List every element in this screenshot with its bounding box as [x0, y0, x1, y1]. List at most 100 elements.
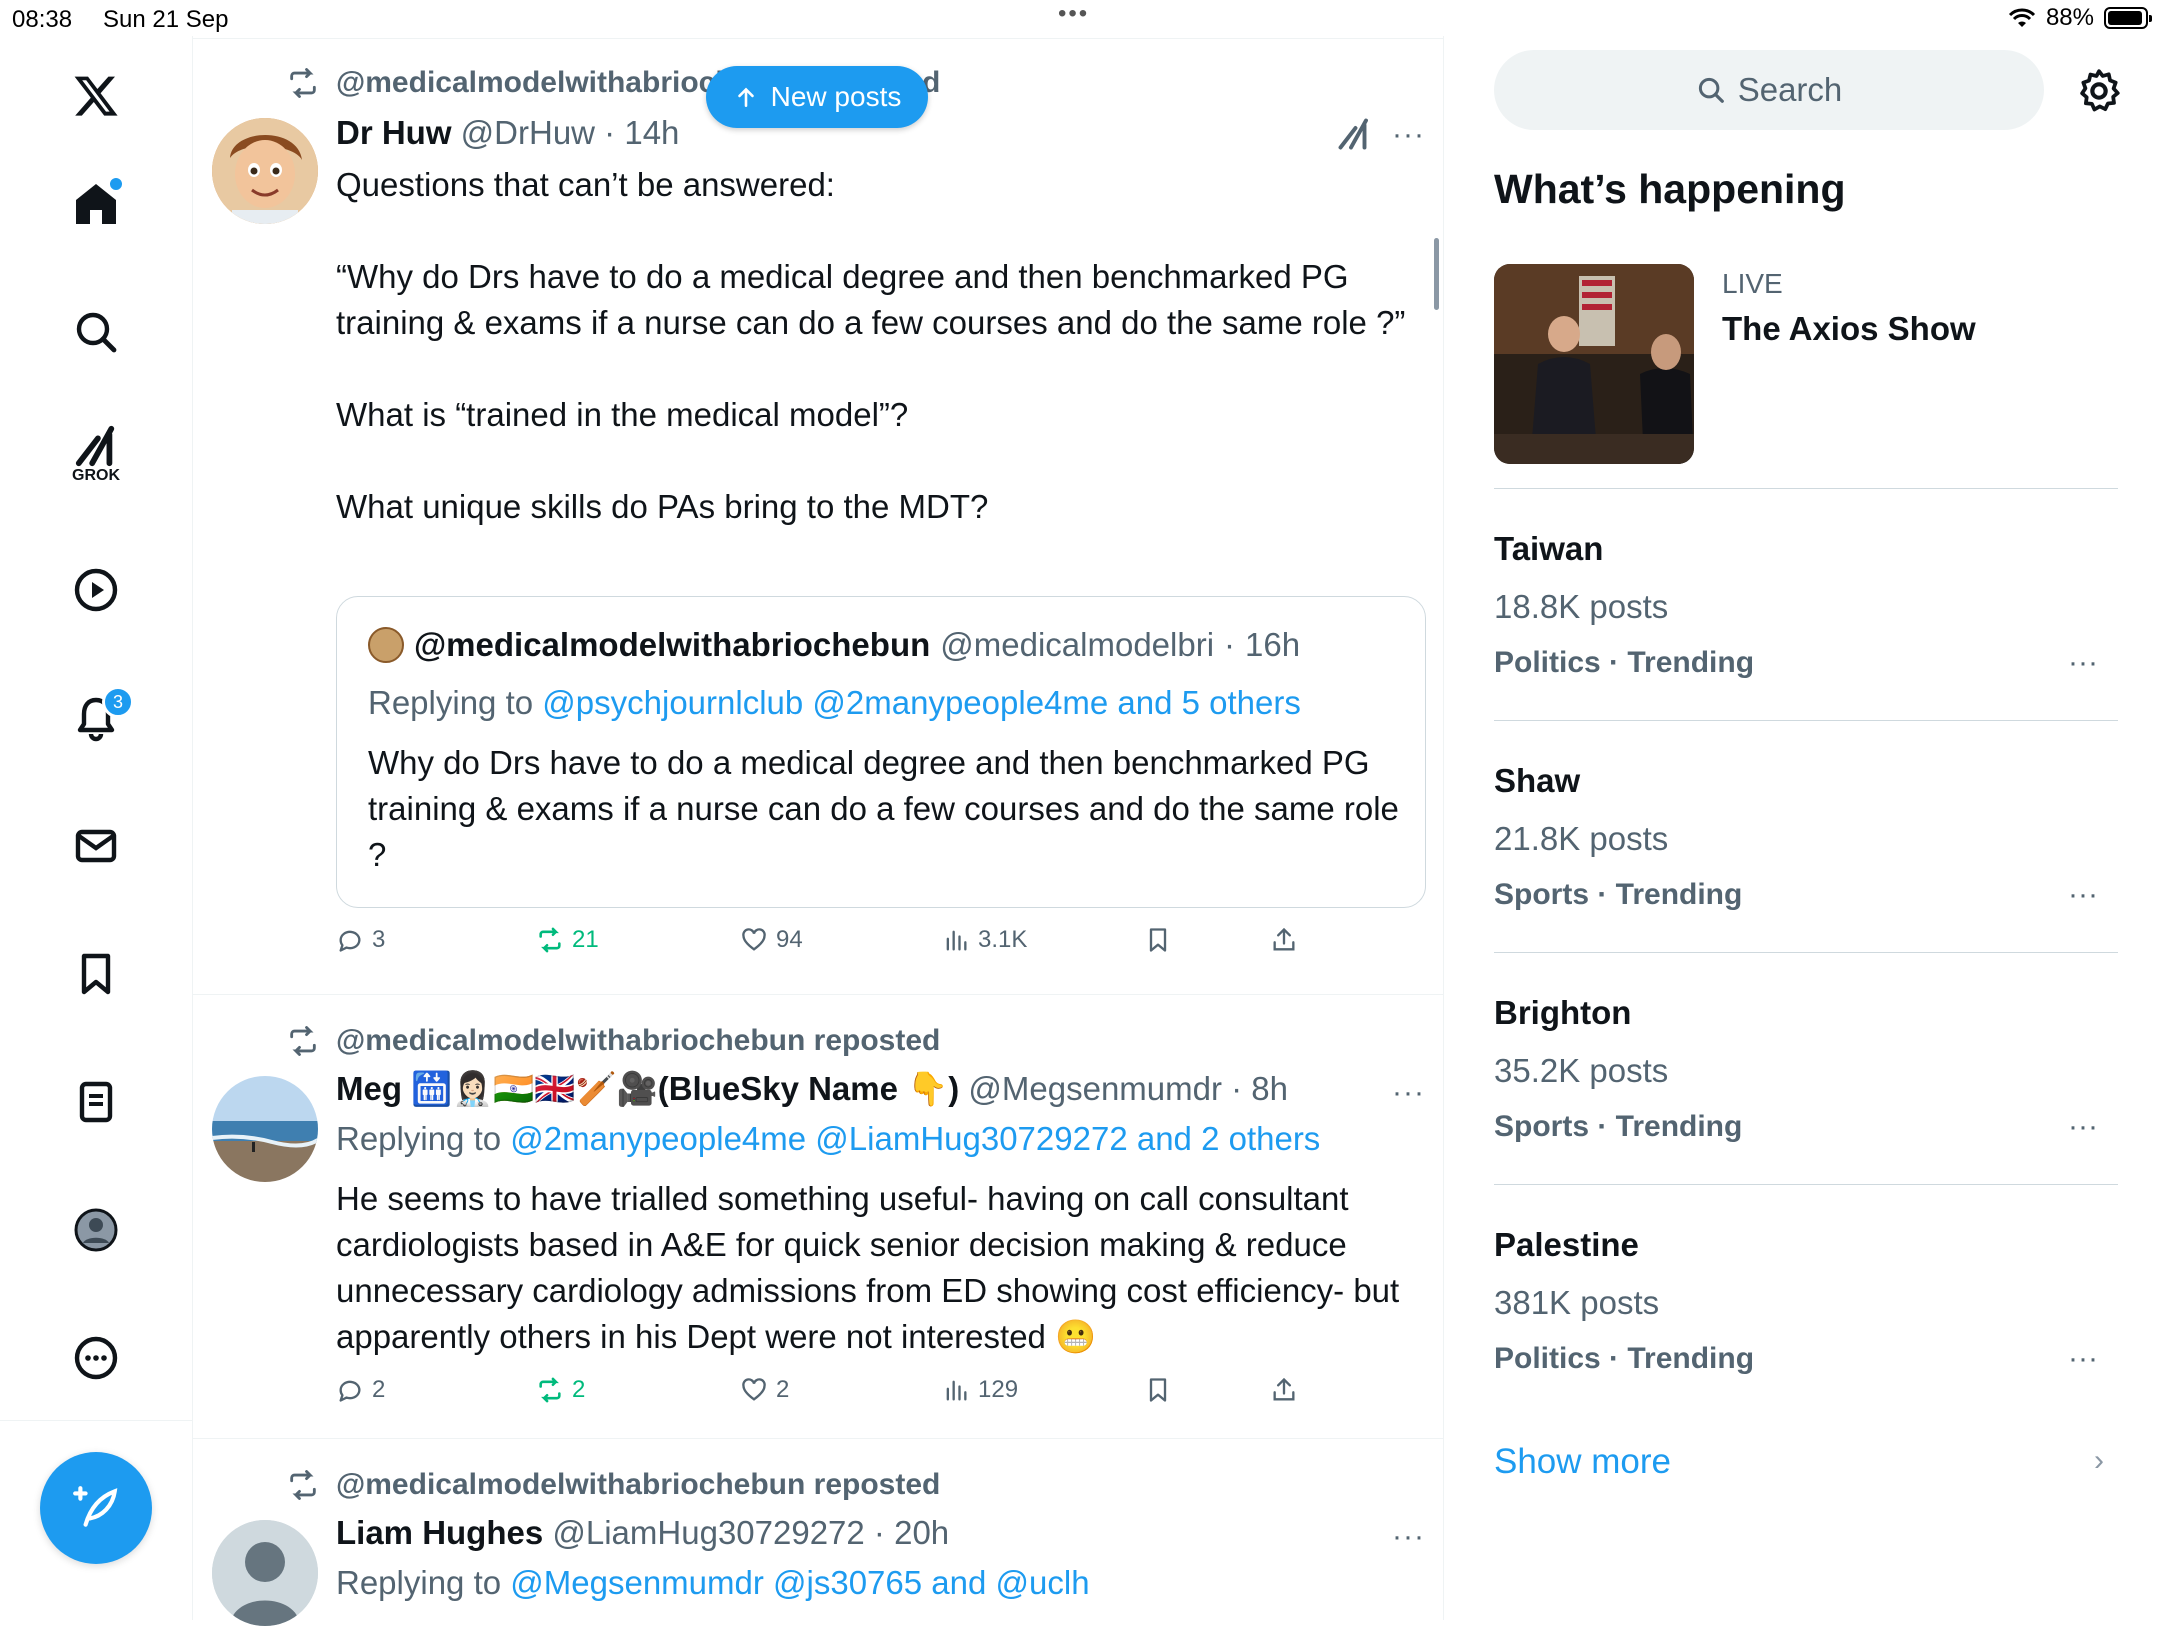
trend-name[interactable]: Taiwan: [1494, 530, 1603, 568]
search-icon: [76, 312, 117, 353]
post-text: Questions that can’t be answered: “Why d…: [336, 166, 1406, 525]
battery-percent: 88%: [2045, 4, 2094, 31]
scrollbar[interactable]: [1434, 238, 1439, 310]
trend-name[interactable]: Shaw: [1494, 762, 1580, 800]
author-name[interactable]: Liam Hughes: [336, 1514, 543, 1551]
nav-home[interactable]: [60, 168, 132, 240]
trend-name[interactable]: Brighton: [1494, 994, 1631, 1032]
author-handle[interactable]: @DrHuw: [461, 114, 595, 151]
new-posts-label: New posts: [770, 81, 902, 112]
replying-to-links[interactable]: @2manypeople4me @LiamHug30729272 and 2 o…: [510, 1120, 1320, 1157]
avatar[interactable]: [212, 1520, 318, 1626]
status-date: Sun 21 Sep: [103, 6, 229, 33]
search-placeholder: Search: [1737, 71, 1843, 108]
trend-more-icon[interactable]: ···: [2068, 1110, 2098, 1144]
search-input[interactable]: Search: [1494, 50, 2044, 130]
bookmark-icon: [81, 953, 111, 995]
repost-count: 21: [572, 926, 599, 953]
post-header: Meg 🛗👩🏻‍⚕️🇮🇳🇬🇧🏏🎥(BlueSky Name 👇) @Megsen…: [336, 1070, 1289, 1107]
trend-more-icon[interactable]: ···: [2068, 646, 2098, 680]
trend-more-icon[interactable]: ···: [2068, 878, 2098, 912]
post-time[interactable]: 20h: [894, 1514, 949, 1551]
views-count: 129: [978, 1376, 1019, 1403]
arrow-up-icon: [737, 87, 754, 107]
mail-icon: [75, 829, 117, 863]
trend-category: Politics · Trending: [1494, 646, 1755, 679]
live-show-image: [1494, 264, 1694, 464]
replying-to-links[interactable]: @Megsenmumdr @js30765 and @uclh: [510, 1564, 1089, 1601]
quote-text: Why do Drs have to do a medical degree a…: [368, 744, 1399, 873]
share-button[interactable]: [1270, 1376, 1298, 1404]
repost-indicator: @medicalmodelwithabriochebun reposted: [286, 1024, 940, 1058]
like-button[interactable]: 94: [740, 926, 803, 954]
repost-button[interactable]: 21: [536, 926, 599, 954]
nav-grok[interactable]: GROK: [60, 418, 132, 490]
post-actions: 3 21 94 3.1K: [336, 926, 1426, 966]
repost-icon: [290, 68, 316, 98]
repost-icon: [290, 1026, 316, 1056]
more-options-icon[interactable]: ···: [1392, 1520, 1425, 1554]
show-more-link[interactable]: Show more: [1494, 1442, 1671, 1482]
replying-prefix: Replying to: [336, 1564, 502, 1601]
nav-explore[interactable]: [60, 296, 132, 368]
replying-to-links[interactable]: @psychjournlclub @2manypeople4me and 5 o…: [542, 684, 1301, 721]
live-thumbnail[interactable]: [1494, 264, 1694, 464]
author-handle[interactable]: @LiamHug30729272: [552, 1514, 864, 1551]
repost-by-text[interactable]: @medicalmodelwithabriochebun reposted: [336, 1468, 940, 1502]
share-button[interactable]: [1270, 926, 1298, 954]
like-button[interactable]: 2: [740, 1376, 789, 1404]
views-button[interactable]: 3.1K: [942, 926, 1027, 954]
repost-by-text[interactable]: @medicalmodelwithabriochebun reposted: [336, 1024, 940, 1058]
post-time[interactable]: 8h: [1251, 1070, 1288, 1107]
repost-button[interactable]: 2: [536, 1376, 585, 1404]
nav-messages[interactable]: [60, 810, 132, 882]
reply-button[interactable]: 2: [336, 1376, 385, 1404]
bookmark-icon: [1149, 1378, 1167, 1402]
nav-profile[interactable]: [60, 1194, 132, 1266]
nav-lists[interactable]: [60, 1066, 132, 1138]
x-logo-icon[interactable]: [60, 60, 132, 132]
live-title[interactable]: The Axios Show: [1722, 310, 1976, 348]
compose-feather-icon: [73, 1486, 118, 1527]
nav-more[interactable]: [60, 1322, 132, 1394]
bookmark-button[interactable]: [1144, 1376, 1172, 1404]
live-tag: LIVE: [1722, 268, 1783, 299]
replying-prefix: Replying to: [336, 1120, 502, 1157]
more-options-icon[interactable]: ···: [1392, 118, 1425, 152]
grok-icon: [75, 425, 115, 467]
status-bar: 08:38 Sun 21 Sep ••• 88%: [0, 0, 2160, 36]
trend-separator: [1494, 952, 2118, 953]
post-text: He seems to have trialled something usef…: [336, 1180, 1400, 1355]
grok-icon[interactable]: [1336, 116, 1372, 152]
like-count: 94: [776, 926, 803, 953]
share-icon: [1273, 927, 1295, 951]
quote-replying-to: Replying to @psychjournlclub @2manypeopl…: [368, 684, 1301, 722]
grok-label: GROK: [72, 467, 120, 484]
nav-notifications[interactable]: 3: [60, 682, 134, 754]
more-options-icon[interactable]: ···: [1392, 1076, 1425, 1110]
profile-icon: [74, 1208, 118, 1252]
multitask-dots[interactable]: •••: [1058, 0, 1089, 28]
bookmark-button[interactable]: [1144, 926, 1172, 954]
more-circle-icon: [74, 1336, 118, 1380]
nav-bookmarks[interactable]: [60, 938, 132, 1010]
quote-author-name: @medicalmodelwithabriochebun: [414, 626, 931, 663]
nav-videos[interactable]: [60, 554, 132, 626]
trend-name[interactable]: Palestine: [1494, 1226, 1639, 1264]
trend-separator: [1494, 1184, 2118, 1185]
list-icon: [79, 1081, 113, 1123]
gear-icon[interactable]: [2074, 66, 2124, 116]
avatar[interactable]: [212, 118, 318, 224]
post-time[interactable]: 14h: [624, 114, 679, 151]
author-handle[interactable]: @Megsenmumdr: [968, 1070, 1222, 1107]
reply-button[interactable]: 3: [336, 926, 385, 954]
avatar[interactable]: [212, 1076, 318, 1182]
trend-more-icon[interactable]: ···: [2068, 1342, 2098, 1376]
new-posts-button[interactable]: New posts: [706, 66, 928, 128]
compose-button[interactable]: [40, 1452, 152, 1564]
views-button[interactable]: 129: [942, 1376, 1018, 1404]
author-name[interactable]: Meg 🛗👩🏻‍⚕️🇮🇳🇬🇧🏏🎥(BlueSky Name 👇): [336, 1070, 959, 1107]
repost-icon: [539, 927, 561, 953]
cartoon-doctor-avatar: [212, 118, 318, 224]
author-name[interactable]: Dr Huw: [336, 114, 452, 151]
